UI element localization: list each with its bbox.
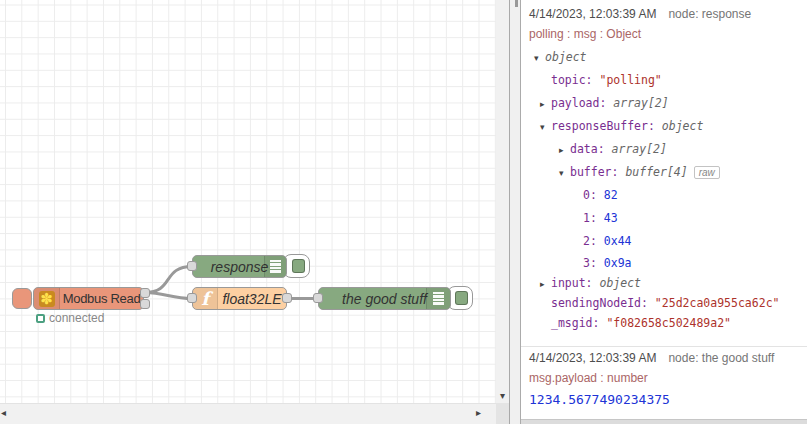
scrollbar-corner [496, 403, 509, 424]
debug-message[interactable]: 4/14/2023, 12:03:39 AM node: response pol… [521, 0, 807, 347]
node-function-float32le[interactable]: f float32LE [192, 287, 287, 310]
tree-value: 0x9a [604, 256, 632, 270]
tree-key: buffer: [570, 165, 625, 179]
float32-output-port[interactable] [282, 293, 292, 303]
message-timestamp: 4/14/2023, 12:03:39 AM [529, 7, 656, 21]
collapse-arrow-icon[interactable]: ▾ [559, 162, 570, 185]
sidebar-splitter[interactable] [509, 0, 521, 424]
debug-icon-region [426, 288, 450, 309]
scroll-left-arrow-icon[interactable]: ◂ [1, 407, 6, 418]
tree-key: 2: [583, 234, 604, 248]
debug-tree-row[interactable]: ▸payload: array[2] [529, 92, 799, 115]
function-icon: f [201, 288, 209, 309]
message-payload-number: 1234.5677490234375 [529, 391, 799, 409]
scroll-right-arrow-icon[interactable]: ▸ [476, 407, 481, 418]
tree-key: 1: [583, 211, 604, 225]
modbus-icon-region: ✽ [34, 288, 60, 309]
debug-toggle-inner [455, 291, 468, 305]
node-debug-response[interactable]: response [192, 255, 287, 278]
tree-key: data: [570, 142, 612, 156]
tree-type: object [545, 50, 587, 64]
expand-arrow-icon[interactable]: ▸ [540, 274, 551, 294]
flow-canvas[interactable]: ✽ Modbus Read connected response f float… [0, 0, 496, 403]
tree-value: 43 [604, 211, 618, 225]
debug-lines-icon [433, 292, 444, 306]
tree-type: object [662, 119, 704, 133]
debug-tree-row[interactable]: ▸input: object [529, 273, 799, 293]
response-input-port[interactable] [187, 261, 197, 271]
tree-type: object [599, 276, 641, 290]
node-label: float32LE [218, 288, 286, 309]
modbus-icon: ✽ [39, 291, 55, 307]
tree-key: responseBuffer: [551, 119, 662, 133]
debug-toggle-response[interactable] [283, 254, 310, 278]
modbus-read-button[interactable] [12, 288, 32, 309]
debug-tree-row: _msgid: "f082658c502489a2" [529, 313, 799, 333]
message-source-node: node: response [668, 7, 751, 21]
expand-arrow-icon[interactable]: ▸ [540, 93, 551, 116]
float32-input-port[interactable] [187, 293, 197, 303]
debug-tree-row[interactable]: ▾object [529, 46, 799, 69]
raw-badge-button[interactable]: raw [694, 166, 720, 179]
debug-tree-row: sendingNodeId: "25d2ca0a955ca62c" [529, 293, 799, 313]
debug-tree-row: 1: 43 [529, 207, 799, 230]
wire-modbus-float32[interactable] [145, 293, 192, 299]
debug-tree-row: 0: 82 [529, 184, 799, 207]
tree-value: "25d2ca0a955ca62c" [655, 296, 780, 310]
splitter-thumb[interactable] [515, 0, 518, 7]
tree-type: array[2] [612, 142, 667, 156]
scroll-down-arrow-icon[interactable]: ▾ [496, 390, 509, 401]
tree-key: topic: [551, 73, 599, 87]
canvas-horizontal-scrollbar[interactable]: ◂ ▸ [0, 403, 496, 424]
message-meta: msg.payload : number [529, 370, 799, 386]
tree-key: input: [551, 276, 599, 290]
debug-tree-row: 3: 0x9a [529, 253, 799, 273]
debug-tree-row: 2: 0x44 [529, 230, 799, 253]
debug-icon-region [264, 256, 286, 277]
debug-tree-row[interactable]: ▾responseBuffer: object [529, 115, 799, 138]
tree-key: 3: [583, 256, 604, 270]
wire-modbus-response[interactable] [145, 267, 192, 293]
tree-value: "polling" [599, 73, 661, 87]
collapse-arrow-icon[interactable]: ▾ [540, 116, 551, 139]
tree-value: "f082658c502489a2" [606, 316, 731, 330]
debug-sidebar: 4/14/2023, 12:03:39 AM node: response pol… [521, 0, 807, 424]
tree-key: payload: [551, 96, 613, 110]
modbus-output-port-2[interactable] [140, 299, 150, 309]
tree-value: 0x44 [604, 234, 632, 248]
expand-arrow-icon[interactable]: ▸ [559, 139, 570, 162]
tree-key: sendingNodeId: [551, 296, 655, 310]
status-label: connected [49, 311, 104, 325]
message-timestamp: 4/14/2023, 12:03:39 AM [529, 351, 656, 365]
node-modbus-read[interactable]: ✽ Modbus Read [33, 287, 144, 310]
debug-toggle-inner [292, 259, 305, 273]
tree-type: array[2] [613, 96, 668, 110]
debug-tree-row[interactable]: ▸data: array[2] [529, 138, 799, 161]
message-meta: polling : msg : Object [529, 26, 799, 42]
node-red-window: ✽ Modbus Read connected response f float… [0, 0, 807, 424]
goodstuff-input-port[interactable] [313, 293, 323, 303]
debug-message[interactable]: 4/14/2023, 12:03:39 AM node: the good stu… [521, 347, 807, 417]
tree-key: _msgid: [551, 316, 606, 330]
modbus-output-port-1[interactable] [140, 288, 150, 298]
tree-key: 0: [583, 188, 604, 202]
status-dot-icon [36, 314, 45, 323]
modbus-status: connected [36, 311, 104, 325]
sidebar-bottom-strip [521, 419, 807, 424]
debug-tree-row: topic: "polling" [529, 69, 799, 92]
tree-type: buffer[4] [625, 165, 687, 179]
message-source-node: node: the good stuff [668, 351, 774, 365]
msg1-tree: ▾objecttopic: "polling"▸payload: array[2… [529, 46, 799, 333]
collapse-arrow-icon[interactable]: ▾ [534, 47, 545, 70]
tree-value: 82 [604, 188, 618, 202]
canvas-vertical-scrollbar[interactable]: ▾ [496, 0, 509, 403]
debug-lines-icon [270, 260, 281, 274]
node-label: Modbus Read [60, 288, 143, 309]
node-debug-goodstuff[interactable]: the good stuff [318, 287, 451, 310]
debug-tree-row[interactable]: ▾buffer: buffer[4] raw [529, 161, 799, 184]
wires [0, 0, 496, 403]
